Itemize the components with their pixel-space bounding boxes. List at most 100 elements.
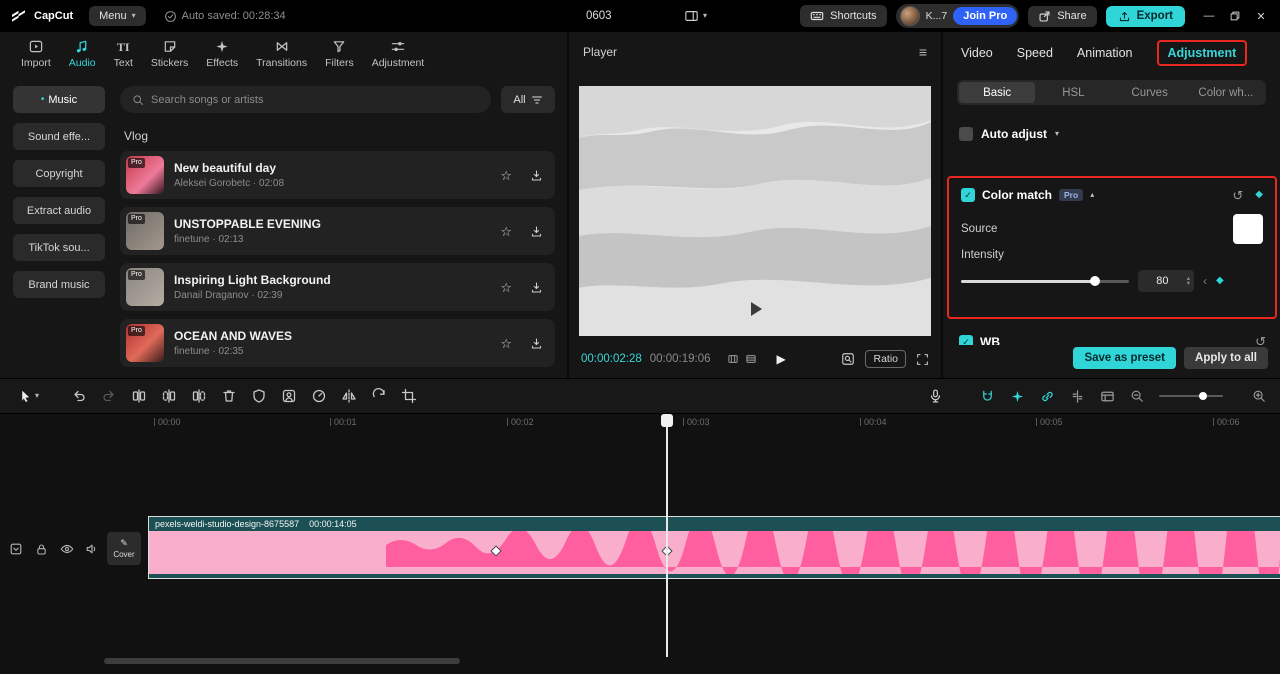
share-button[interactable]: Share [1028, 5, 1097, 27]
zoom-out-icon[interactable] [1130, 389, 1144, 403]
chevron-down-icon[interactable]: ▾ [1055, 130, 1059, 138]
crop-button[interactable] [394, 379, 424, 413]
linkage-toggle[interactable] [1040, 389, 1055, 404]
collapse-chevron-icon[interactable]: ▴ [1090, 191, 1094, 199]
search-bar[interactable] [120, 86, 491, 113]
subtab-basic[interactable]: Basic [959, 82, 1036, 103]
download-icon[interactable] [530, 281, 543, 294]
tab-audio[interactable]: Audio [60, 39, 105, 69]
track-visibility-icon[interactable] [59, 541, 75, 557]
play-button[interactable]: ▶ [777, 353, 786, 365]
favorite-star-icon[interactable]: ☆ [500, 225, 512, 238]
zoom-in-icon[interactable] [1252, 389, 1266, 403]
speed-button[interactable] [304, 379, 334, 413]
sidebar-item-extract-audio[interactable]: Extract audio [13, 197, 105, 224]
song-row[interactable]: Pro Inspiring Light Background Danail Dr… [120, 263, 555, 311]
horizontal-scrollbar[interactable] [104, 658, 460, 664]
frame-list-icon[interactable] [745, 353, 757, 365]
cutout-button[interactable] [274, 379, 304, 413]
section-checkbox[interactable]: ✓ [959, 335, 973, 345]
record-voiceover-button[interactable] [928, 388, 943, 404]
select-tool-button[interactable]: ▾ [8, 379, 50, 413]
delete-right-button[interactable] [184, 379, 214, 413]
color-match-checkbox[interactable]: ✓ [961, 188, 975, 202]
subtab-hsl[interactable]: HSL [1035, 82, 1111, 103]
tab-animation[interactable]: Animation [1077, 46, 1133, 60]
auto-adjust-checkbox[interactable] [959, 127, 973, 141]
fullscreen-icon[interactable] [916, 353, 929, 366]
redo-button[interactable] [94, 379, 124, 413]
close-button[interactable]: ✕ [1248, 0, 1274, 32]
avatar[interactable] [899, 6, 920, 26]
tab-adjustment[interactable]: Adjustment [363, 39, 434, 69]
add-keyframe-icon[interactable]: ◆ [1216, 276, 1224, 286]
cover-button[interactable]: ✎ Cover [107, 532, 141, 565]
preview-axis-toggle[interactable] [1070, 389, 1085, 404]
sidebar-item-copyright[interactable]: Copyright [13, 160, 105, 187]
tab-adjustment-active[interactable]: Adjustment [1156, 40, 1248, 66]
export-button[interactable]: Export [1105, 5, 1185, 27]
intensity-slider[interactable] [961, 275, 1129, 287]
delete-button[interactable] [214, 379, 244, 413]
download-icon[interactable] [530, 337, 543, 350]
save-as-preset-button[interactable]: Save as preset [1073, 347, 1177, 369]
tab-video[interactable]: Video [961, 46, 993, 60]
zoom-fit-icon[interactable] [841, 352, 855, 366]
split-button[interactable] [124, 379, 154, 413]
prev-keyframe-icon[interactable]: ‹ [1203, 275, 1207, 287]
mask-button[interactable] [244, 379, 274, 413]
shortcuts-button[interactable]: Shortcuts [800, 5, 887, 27]
minimize-button[interactable]: — [1196, 0, 1222, 32]
zoom-slider-thumb[interactable] [1199, 392, 1207, 400]
favorite-star-icon[interactable]: ☆ [500, 337, 512, 350]
intensity-slider-thumb[interactable] [1090, 276, 1101, 286]
tab-filters[interactable]: Filters [316, 39, 363, 69]
tab-transitions[interactable]: Transitions [247, 39, 316, 69]
tab-effects[interactable]: Effects [197, 39, 247, 69]
sidebar-item-music[interactable]: • Music [13, 86, 105, 113]
tab-import[interactable]: Import [12, 39, 60, 69]
sidebar-item-sound-effects[interactable]: Sound effe... [13, 123, 105, 150]
tab-speed[interactable]: Speed [1017, 46, 1053, 60]
layout-switcher[interactable]: ▾ [684, 0, 707, 32]
delete-left-button[interactable] [154, 379, 184, 413]
track-lock-icon[interactable] [33, 541, 49, 557]
filter-all-button[interactable]: All [501, 86, 555, 113]
player-menu-icon[interactable]: ≡ [919, 45, 927, 59]
favorite-star-icon[interactable]: ☆ [500, 281, 512, 294]
reset-icon[interactable]: ↺ [1255, 335, 1266, 345]
subtab-curves[interactable]: Curves [1112, 82, 1188, 103]
song-row[interactable]: Pro New beautiful day Aleksei Gorobetc ·… [120, 151, 555, 199]
auto-snap-toggle[interactable] [1010, 389, 1025, 404]
download-icon[interactable] [530, 225, 543, 238]
rotate-button[interactable] [364, 379, 394, 413]
account-pill[interactable]: K...7 Join Pro [895, 4, 1020, 28]
source-swatch[interactable] [1233, 214, 1263, 244]
playhead-handle[interactable] [661, 414, 673, 427]
tab-text[interactable]: TI Text [105, 40, 142, 69]
ratio-button[interactable]: Ratio [865, 350, 906, 368]
song-row[interactable]: Pro UNSTOPPABLE EVENING finetune · 02:13… [120, 207, 555, 255]
mirror-button[interactable] [334, 379, 364, 413]
stepper-arrows[interactable]: ▴ ▾ [1187, 275, 1190, 287]
render-preview-toggle[interactable] [1100, 389, 1115, 404]
main-track-magnet-toggle[interactable] [980, 389, 995, 404]
search-input[interactable] [151, 93, 479, 106]
undo-button[interactable] [64, 379, 94, 413]
tab-stickers[interactable]: Stickers [142, 39, 197, 69]
download-icon[interactable] [530, 169, 543, 182]
track-mute-icon[interactable] [84, 541, 100, 557]
sidebar-item-brand-music[interactable]: Brand music [13, 271, 105, 298]
apply-to-all-button[interactable]: Apply to all [1184, 347, 1268, 369]
favorite-star-icon[interactable]: ☆ [500, 169, 512, 182]
join-pro-button[interactable]: Join Pro [953, 7, 1018, 25]
track-expand-icon[interactable] [8, 541, 24, 557]
subtab-color-wheels[interactable]: Color wh... [1188, 82, 1264, 103]
restore-button[interactable] [1222, 0, 1248, 32]
frame-grid-icon[interactable] [727, 353, 739, 365]
song-row[interactable]: Pro OCEAN AND WAVES finetune · 02:35 ☆ [120, 319, 555, 367]
menu-button[interactable]: Menu ▾ [89, 6, 146, 26]
sidebar-item-tiktok-sounds[interactable]: TikTok sou... [13, 234, 105, 261]
video-clip[interactable]: pexels-weldi-studio-design-8675587 00:00… [148, 516, 1280, 579]
keyframe-diamond-icon[interactable]: ◆ [1255, 190, 1263, 200]
